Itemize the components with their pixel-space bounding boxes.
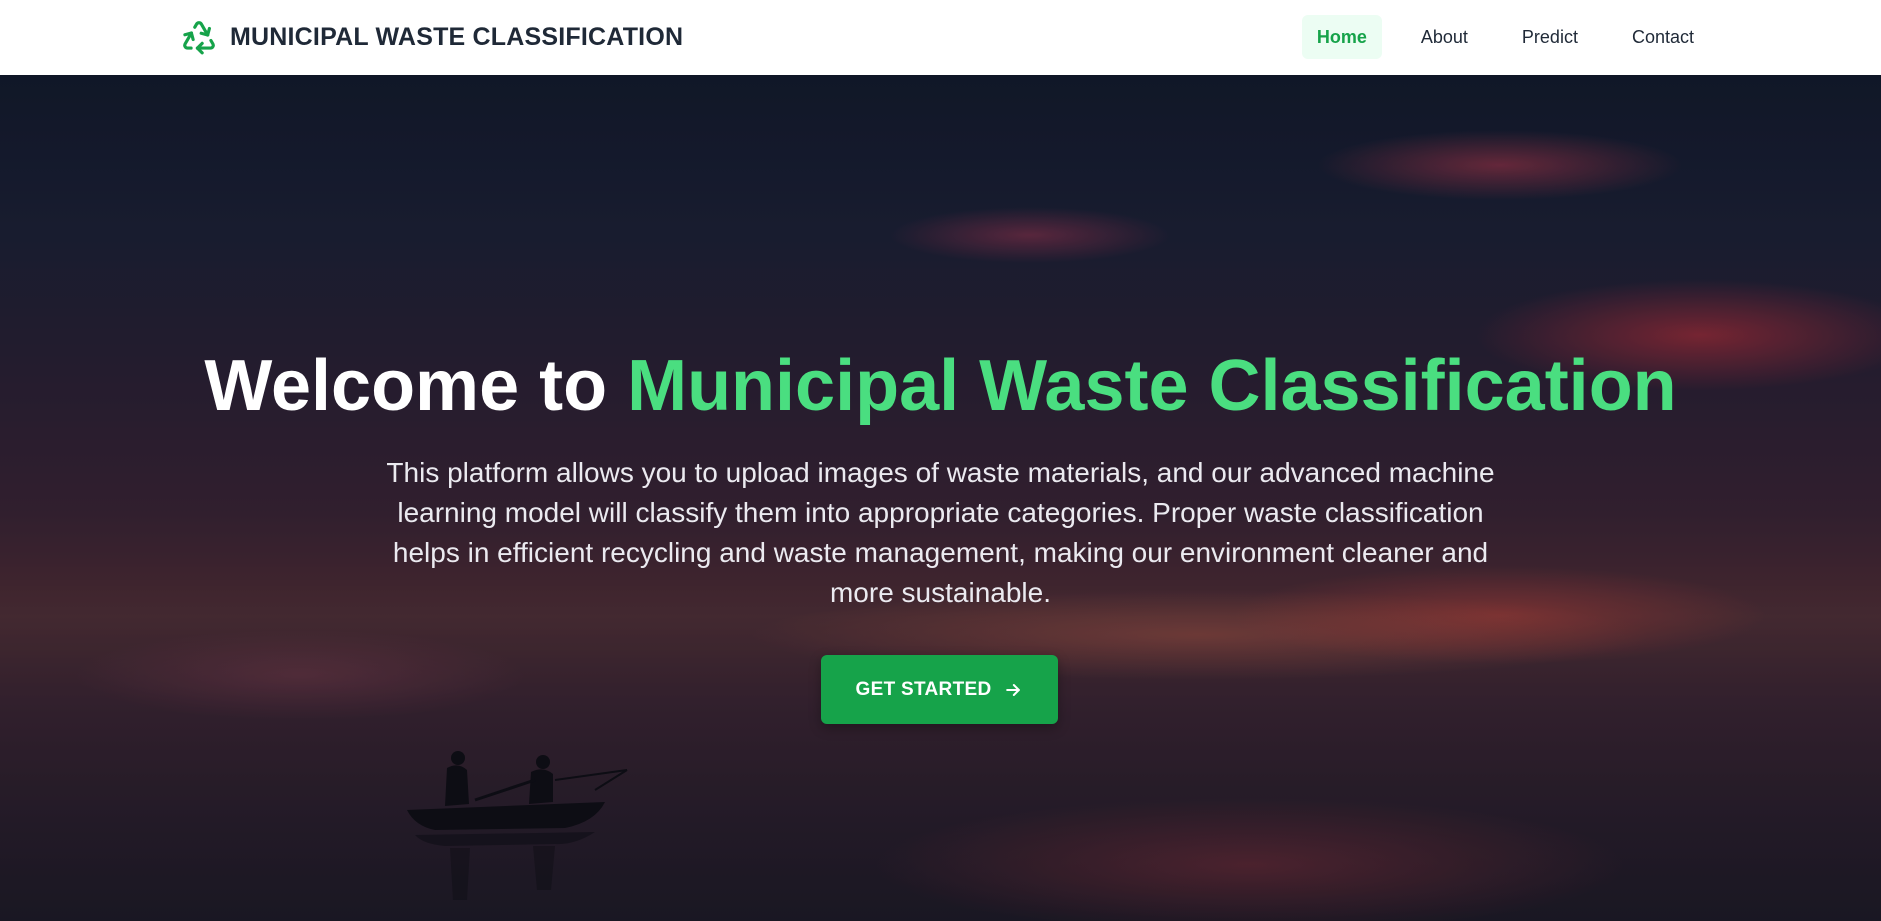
nav-item-predict[interactable]: Predict	[1507, 15, 1593, 59]
brand-title: MUNICIPAL WASTE CLASSIFICATION	[230, 22, 684, 51]
main-nav: Home About Predict Contact	[1301, 15, 1709, 59]
get-started-button[interactable]: GET STARTED	[821, 655, 1058, 724]
hero-title-prefix: Welcome to	[204, 346, 608, 426]
hero-title-highlight: Municipal Waste Classification	[627, 346, 1677, 426]
arrow-right-icon	[1006, 683, 1021, 696]
recycle-icon	[183, 21, 215, 55]
get-started-label: GET STARTED	[855, 678, 992, 700]
hero-title: Welcome to Municipal Waste Classificatio…	[0, 345, 1881, 428]
nav-item-about[interactable]: About	[1406, 15, 1483, 59]
nav-item-contact[interactable]: Contact	[1617, 15, 1709, 59]
hero-content: Welcome to Municipal Waste Classificatio…	[0, 75, 1881, 921]
hero-section: Welcome to Municipal Waste Classificatio…	[0, 75, 1881, 921]
hero-description: This platform allows you to upload image…	[386, 457, 1495, 608]
brand[interactable]: MUNICIPAL WASTE CLASSIFICATION	[180, 17, 683, 57]
nav-item-home[interactable]: Home	[1301, 15, 1382, 59]
navbar: MUNICIPAL WASTE CLASSIFICATION Home Abou…	[0, 0, 1881, 75]
